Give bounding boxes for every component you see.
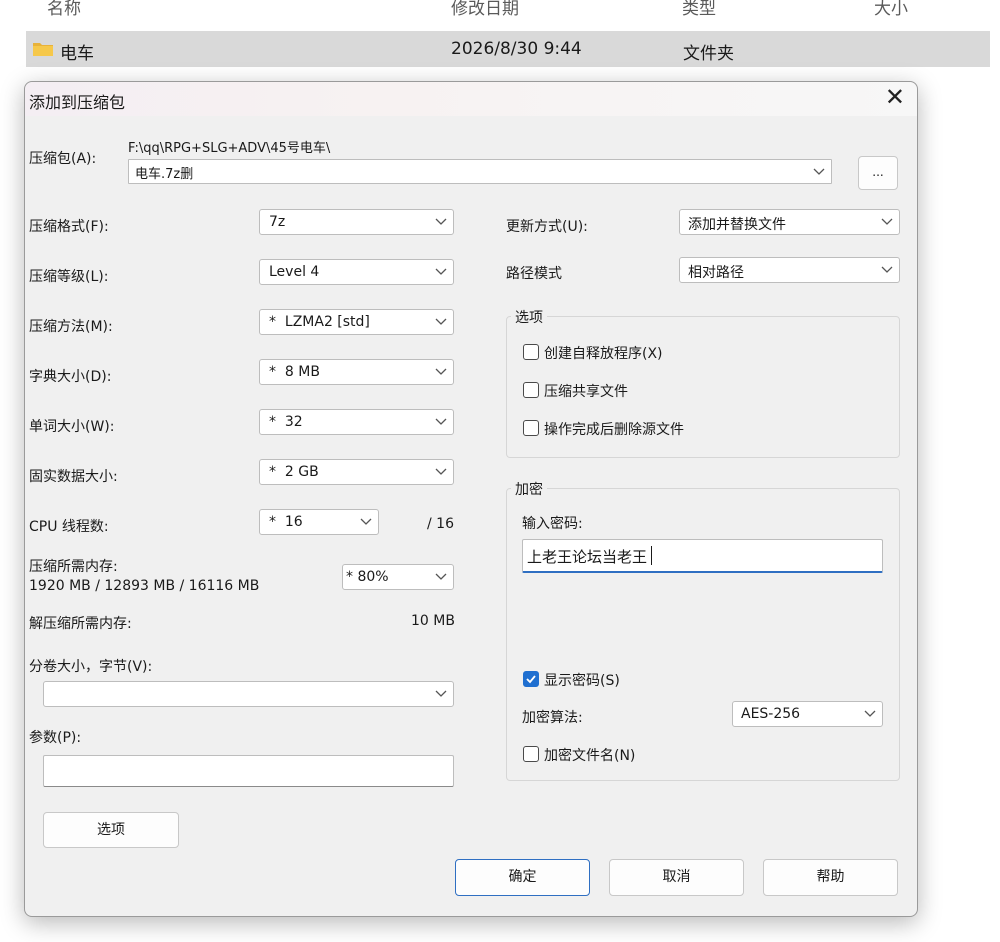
level-combo[interactable]: Level 4: [259, 259, 454, 285]
chevron-down-icon: [435, 368, 447, 378]
options-button[interactable]: 选项: [43, 812, 179, 848]
ok-button[interactable]: 确定: [455, 859, 590, 896]
show-password-checkbox[interactable]: [523, 671, 539, 687]
dict-value: * 8 MB: [269, 364, 320, 380]
column-modified[interactable]: 修改日期: [451, 0, 519, 19]
pathmode-value: 相对路径: [688, 265, 744, 281]
password-value: 上老王论坛当老王: [527, 548, 648, 566]
cpu-value: * 16: [269, 514, 303, 530]
password-label: 输入密码:: [522, 516, 583, 532]
memory-detail: 1920 MB / 12893 MB / 16116 MB: [29, 578, 260, 594]
chevron-down-icon: [435, 268, 447, 278]
browse-button[interactable]: ...: [858, 156, 898, 190]
volume-combo[interactable]: [43, 681, 454, 707]
file-type: 文件夹: [683, 44, 734, 64]
update-combo[interactable]: 添加并替换文件: [679, 209, 900, 235]
chevron-down-icon: [813, 168, 825, 178]
chevron-down-icon: [435, 690, 447, 700]
decomp-value: 10 MB: [411, 613, 455, 629]
update-label: 更新方式(U):: [506, 219, 588, 235]
memory-combo[interactable]: * 80%: [342, 564, 454, 590]
close-icon[interactable]: ✕: [885, 83, 905, 111]
dict-combo[interactable]: * 8 MB: [259, 359, 454, 385]
chevron-down-icon: [881, 266, 893, 276]
chevron-down-icon: [435, 468, 447, 478]
memory-label: 压缩所需内存:: [29, 559, 118, 575]
format-combo[interactable]: 7z: [259, 209, 454, 235]
shared-label[interactable]: 压缩共享文件: [544, 381, 628, 401]
encrypt-names-checkbox[interactable]: [523, 746, 539, 762]
level-value: Level 4: [269, 264, 320, 280]
level-label: 压缩等级(L):: [29, 269, 109, 285]
cpu-combo[interactable]: * 16: [259, 509, 379, 535]
encryption-method-label: 加密算法:: [522, 710, 583, 726]
method-value: * LZMA2 [std]: [269, 314, 370, 330]
decomp-label: 解压缩所需内存:: [29, 616, 132, 632]
method-combo[interactable]: * LZMA2 [std]: [259, 309, 454, 335]
params-input[interactable]: [43, 755, 454, 787]
word-value: * 32: [269, 414, 303, 430]
solid-combo[interactable]: * 2 GB: [259, 459, 454, 485]
encryption-group-title: 加密: [511, 479, 547, 499]
archive-path: F:\qq\RPG+SLG+ADV\45号电车\: [128, 141, 331, 156]
chevron-down-icon: [435, 573, 447, 583]
cpu-label: CPU 线程数:: [29, 519, 109, 535]
cpu-total: / 16: [427, 516, 454, 532]
word-label: 单词大小(W):: [29, 419, 115, 435]
cancel-button[interactable]: 取消: [609, 859, 744, 896]
params-label: 参数(P):: [29, 730, 82, 746]
dict-label: 字典大小(D):: [29, 369, 112, 385]
encryption-method-combo[interactable]: AES-256: [732, 701, 883, 727]
pathmode-label: 路径模式: [506, 266, 562, 282]
sfx-checkbox[interactable]: [523, 344, 539, 360]
chevron-down-icon: [435, 218, 447, 228]
column-name[interactable]: 名称: [47, 0, 81, 19]
password-input[interactable]: 上老王论坛当老王: [522, 539, 883, 573]
encrypt-names-label[interactable]: 加密文件名(N): [544, 745, 635, 765]
file-row[interactable]: 电车 2026/8/30 9:44 文件夹: [26, 31, 990, 67]
shared-checkbox[interactable]: [523, 382, 539, 398]
help-button[interactable]: 帮助: [763, 859, 898, 896]
archive-label: 压缩包(A):: [29, 151, 97, 167]
delete-label[interactable]: 操作完成后删除源文件: [544, 419, 684, 439]
update-value: 添加并替换文件: [688, 217, 786, 233]
chevron-down-icon: [435, 418, 447, 428]
volume-label: 分卷大小，字节(V):: [29, 659, 153, 675]
pathmode-combo[interactable]: 相对路径: [679, 257, 900, 283]
solid-value: * 2 GB: [269, 464, 319, 480]
options-group-title: 选项: [511, 307, 547, 327]
sfx-label[interactable]: 创建自释放程序(X): [544, 343, 663, 363]
chevron-down-icon: [360, 518, 372, 528]
encryption-method-value: AES-256: [741, 706, 801, 722]
archive-filename-combo[interactable]: 电车.7z删: [128, 159, 832, 184]
chevron-down-icon: [864, 710, 876, 720]
show-password-label[interactable]: 显示密码(S): [544, 670, 620, 690]
text-cursor: [651, 546, 652, 565]
format-label: 压缩格式(F):: [29, 219, 109, 235]
folder-icon: [32, 41, 54, 62]
memory-value: * 80%: [346, 569, 389, 585]
file-modified: 2026/8/30 9:44: [451, 39, 582, 59]
word-combo[interactable]: * 32: [259, 409, 454, 435]
column-size[interactable]: 大小: [874, 0, 908, 19]
file-name: 电车: [60, 44, 94, 64]
dialog-title: 添加到压缩包: [29, 93, 126, 112]
add-to-archive-dialog: 添加到压缩包 ✕ 压缩包(A): F:\qq\RPG+SLG+ADV\45号电车…: [24, 81, 918, 917]
chevron-down-icon: [435, 318, 447, 328]
dialog-titlebar[interactable]: 添加到压缩包 ✕: [25, 82, 917, 116]
column-type[interactable]: 类型: [682, 0, 716, 19]
delete-checkbox[interactable]: [523, 420, 539, 436]
method-label: 压缩方法(M):: [29, 319, 113, 335]
solid-label: 固实数据大小:: [29, 469, 118, 485]
chevron-down-icon: [881, 218, 893, 228]
archive-filename: 电车.7z删: [135, 167, 194, 182]
format-value: 7z: [269, 214, 286, 230]
